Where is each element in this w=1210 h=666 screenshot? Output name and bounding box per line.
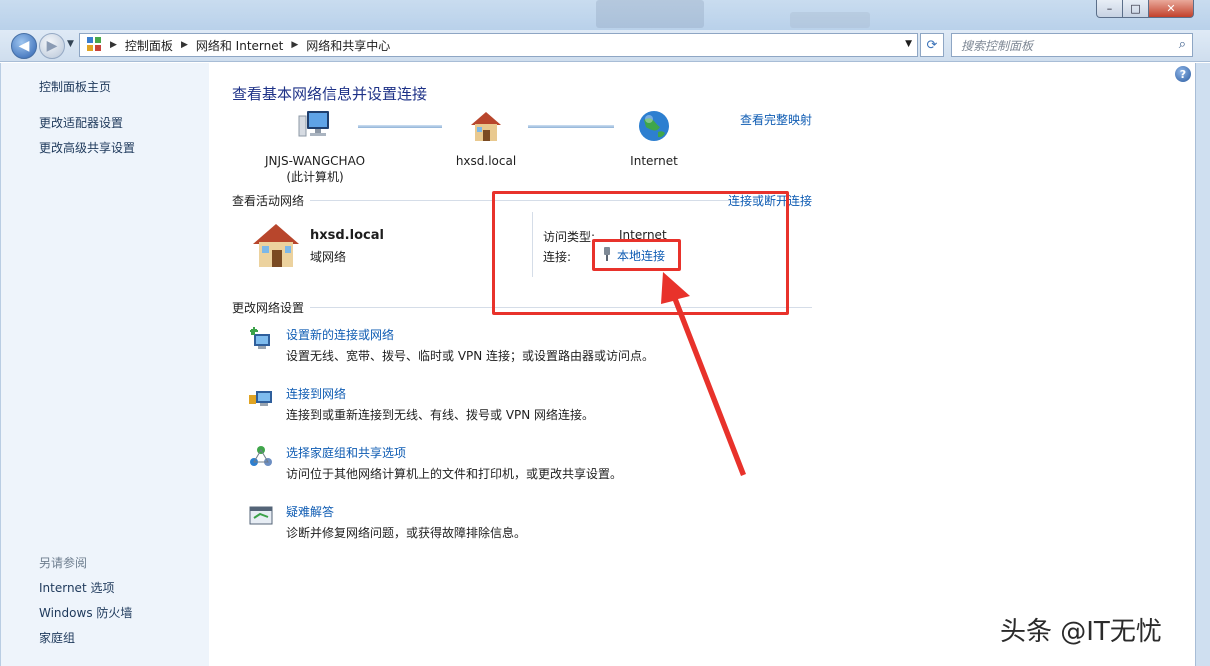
annotation-arrow [661, 272, 746, 476]
watermark: 头条 @IT无忧 [1000, 617, 1162, 647]
